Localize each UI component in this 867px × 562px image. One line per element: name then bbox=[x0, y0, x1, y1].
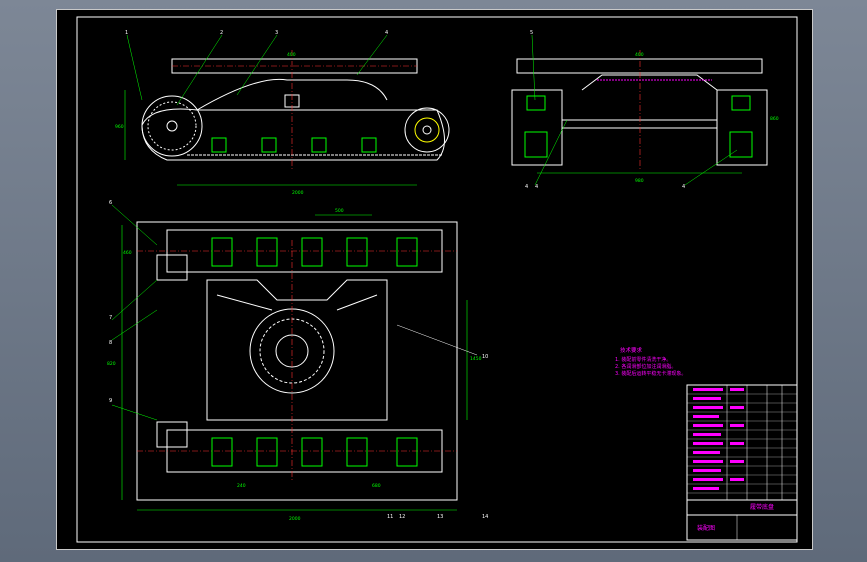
title-block-name: 履带底盘 bbox=[750, 503, 774, 511]
drive-sprocket bbox=[141, 95, 203, 157]
dim-side-3: 960 bbox=[115, 124, 124, 130]
note-1: 1. 装配前零件清洗干净。 bbox=[615, 356, 671, 363]
drawing-canvas: 技术要求 1. 装配前零件清洗干净。 2. 各润滑部位加注润滑脂。 3. 装配后… bbox=[76, 16, 798, 543]
label-14: 14 bbox=[482, 514, 488, 520]
dim-end-2: 980 bbox=[635, 178, 644, 184]
plan-view bbox=[111, 204, 478, 511]
label-4: 4 bbox=[385, 30, 388, 36]
title-block-no: 装配图 bbox=[697, 524, 715, 532]
label-7: 7 bbox=[109, 315, 112, 321]
dim-plan-3: 820 bbox=[107, 361, 116, 367]
dim-end-3: 860 bbox=[770, 116, 779, 122]
note-2: 2. 各润滑部位加注润滑脂。 bbox=[615, 363, 676, 370]
dim-plan-6: 240 bbox=[237, 483, 246, 489]
label-1: 1 bbox=[125, 30, 128, 36]
label-13: 13 bbox=[437, 514, 443, 520]
title-block bbox=[686, 384, 798, 541]
label-12: 12 bbox=[399, 514, 405, 520]
dim-plan-4: 1450 bbox=[470, 356, 482, 362]
label-end-4a: 4 bbox=[525, 184, 528, 190]
note-3: 3. 装配后运转平稳无卡滞现象。 bbox=[615, 370, 686, 377]
dim-plan-1: 500 bbox=[335, 208, 344, 214]
label-8: 8 bbox=[109, 340, 112, 346]
label-end-4c: 4 bbox=[682, 184, 685, 190]
label-5: 5 bbox=[530, 30, 533, 36]
dim-side-2: 2000 bbox=[292, 190, 304, 196]
dim-plan-7: 680 bbox=[372, 483, 381, 489]
dim-plan-5: 460 bbox=[123, 250, 132, 256]
dim-plan-2: 2000 bbox=[289, 516, 301, 522]
label-10: 10 bbox=[482, 354, 488, 360]
label-2: 2 bbox=[220, 30, 223, 36]
label-11: 11 bbox=[387, 514, 393, 520]
dim-end-1: 400 bbox=[635, 52, 644, 58]
notes-title: 技术要求 bbox=[620, 346, 643, 354]
label-6: 6 bbox=[109, 200, 112, 206]
label-end-4b: 4 bbox=[535, 184, 538, 190]
cad-viewport[interactable]: 技术要求 1. 装配前零件清洗干净。 2. 各润滑部位加注润滑脂。 3. 装配后… bbox=[56, 9, 813, 550]
dim-side-1: 400 bbox=[287, 52, 296, 58]
idler-wheel bbox=[404, 107, 450, 153]
label-3: 3 bbox=[275, 30, 278, 36]
label-9: 9 bbox=[109, 398, 112, 404]
